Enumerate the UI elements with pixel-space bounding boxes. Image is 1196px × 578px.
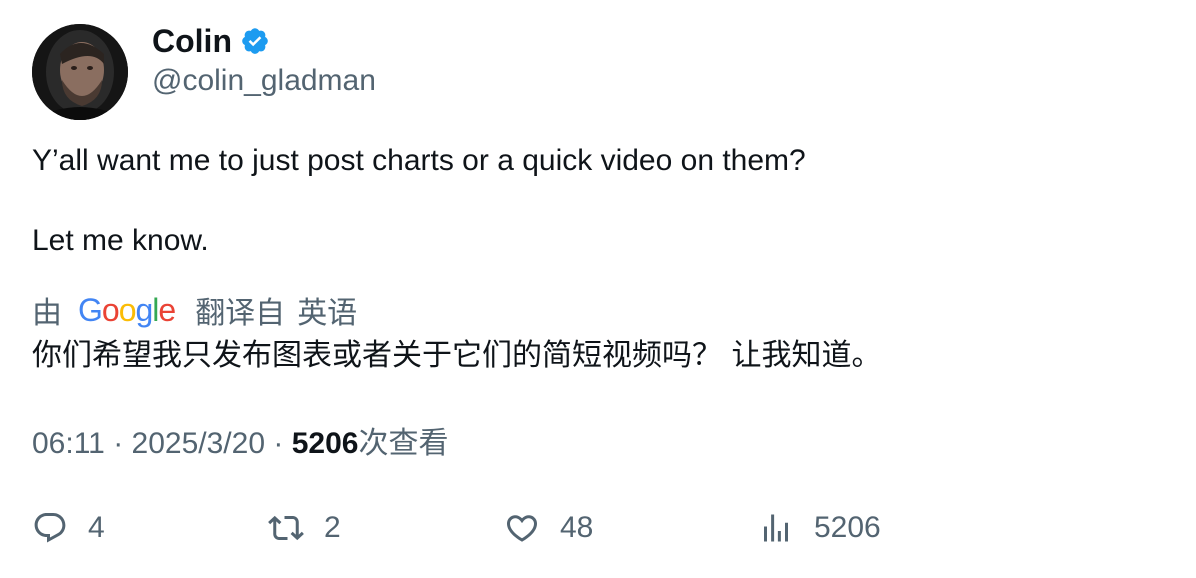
tweet-text-line-2: Let me know. (32, 224, 209, 257)
author-name[interactable]: Colin (152, 22, 232, 60)
meta-separator: · (113, 427, 124, 460)
analytics-icon (764, 514, 788, 542)
translated-text: 你们希望我只发布图表或者关于它们的简短视频吗？ 让我知道。 (32, 338, 882, 373)
view-count-label: 次查看 (358, 426, 449, 461)
like-button[interactable]: 48 (504, 510, 593, 546)
translated-from-label: 翻译自 (195, 296, 286, 331)
retweet-count: 2 (324, 511, 341, 544)
tweet-date[interactable]: 2025/3/20 (132, 427, 265, 460)
tweet-meta: 06:11 · 2025/3/20 · 5206次查看 (32, 424, 448, 464)
author-name-row[interactable]: Colin (152, 22, 270, 60)
meta-separator: · (273, 427, 284, 460)
retweet-icon (268, 515, 304, 541)
verified-badge-icon (242, 28, 268, 54)
retweet-button[interactable]: 2 (268, 510, 341, 546)
avatar[interactable] (32, 24, 128, 120)
avatar-photo (32, 24, 128, 120)
heart-icon (506, 515, 538, 542)
author-handle[interactable]: @colin_gladman (152, 62, 376, 100)
google-logo: Google (78, 291, 176, 328)
tweet-time[interactable]: 06:11 (32, 427, 105, 460)
reply-count: 4 (88, 511, 105, 544)
reply-button[interactable]: 4 (32, 510, 105, 546)
translation-attribution: 由 Google 翻译自 英语 (32, 288, 357, 332)
translated-by-label: 由 (32, 296, 62, 331)
source-language[interactable]: 英语 (297, 288, 357, 332)
views-button[interactable]: 5206 (758, 510, 881, 546)
view-count: 5206 (291, 427, 359, 460)
reply-icon (34, 513, 66, 543)
like-count: 48 (560, 511, 594, 544)
views-count: 5206 (814, 511, 881, 544)
tweet-text-line-1: Y’all want me to just post charts or a q… (32, 144, 806, 177)
